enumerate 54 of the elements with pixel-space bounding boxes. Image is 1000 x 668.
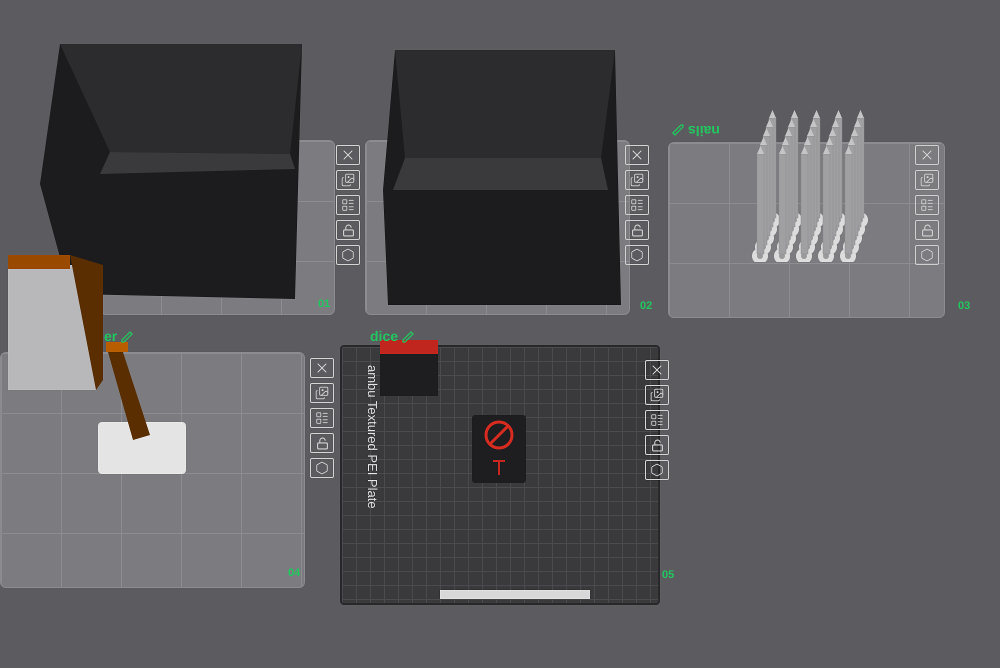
pictures-icon — [650, 388, 664, 402]
hexagon-icon — [920, 248, 934, 262]
pencil-icon[interactable] — [121, 330, 134, 342]
plate-number: 04 — [288, 566, 300, 581]
layout-icon — [650, 413, 664, 427]
settings-button[interactable] — [645, 460, 669, 480]
arrange-button[interactable] — [310, 383, 334, 403]
layout-button[interactable] — [336, 195, 360, 215]
close-button[interactable] — [310, 358, 334, 378]
arrange-button[interactable] — [336, 170, 360, 190]
plate-number: 01 — [318, 297, 330, 312]
hexagon-icon — [341, 248, 355, 262]
unlocked-lock-icon — [630, 224, 644, 236]
unlocked-lock-icon — [316, 436, 328, 450]
close-button[interactable] — [625, 145, 649, 165]
lock-button[interactable] — [645, 435, 669, 455]
dice-block-drawing — [380, 340, 438, 396]
unlocked-lock-icon — [920, 224, 934, 236]
hexagon-icon — [650, 463, 664, 477]
layout-button[interactable] — [645, 410, 669, 430]
pencil-icon[interactable] — [672, 124, 684, 136]
close-button[interactable] — [336, 145, 360, 165]
layout-icon — [341, 198, 355, 212]
plate-name: nails — [688, 122, 720, 141]
layout-button[interactable] — [625, 195, 649, 215]
layout-icon — [630, 198, 644, 212]
plate-name: er — [104, 327, 118, 346]
lock-button[interactable] — [336, 220, 360, 240]
plate-number: 03 — [958, 299, 970, 314]
settings-button[interactable] — [336, 245, 360, 265]
layout-button[interactable] — [310, 408, 334, 428]
pictures-icon — [315, 386, 329, 400]
plate-type-label: ambu Textured PEI Plate — [368, 365, 381, 509]
settings-button[interactable] — [310, 458, 334, 478]
plate-name: dice — [370, 327, 398, 346]
plate-number: 05 — [662, 568, 674, 583]
unlocked-lock-icon — [342, 224, 354, 236]
lock-button[interactable] — [625, 220, 649, 240]
layout-icon — [315, 411, 329, 425]
pictures-icon — [630, 173, 644, 187]
pictures-icon — [920, 173, 934, 187]
layout-icon — [920, 198, 934, 212]
arrange-button[interactable] — [625, 170, 649, 190]
plate-number: 02 — [640, 299, 652, 314]
pictures-icon — [341, 173, 355, 187]
hexagon-icon — [315, 461, 329, 475]
close-button[interactable] — [645, 360, 669, 380]
settings-button[interactable] — [625, 245, 649, 265]
lock-button[interactable] — [310, 433, 334, 453]
arrange-button[interactable] — [645, 385, 669, 405]
unlocked-lock-icon — [650, 438, 664, 452]
dice-cube-drawing — [472, 415, 526, 483]
pencil-icon[interactable] — [402, 330, 414, 342]
hexagon-icon — [630, 248, 644, 262]
